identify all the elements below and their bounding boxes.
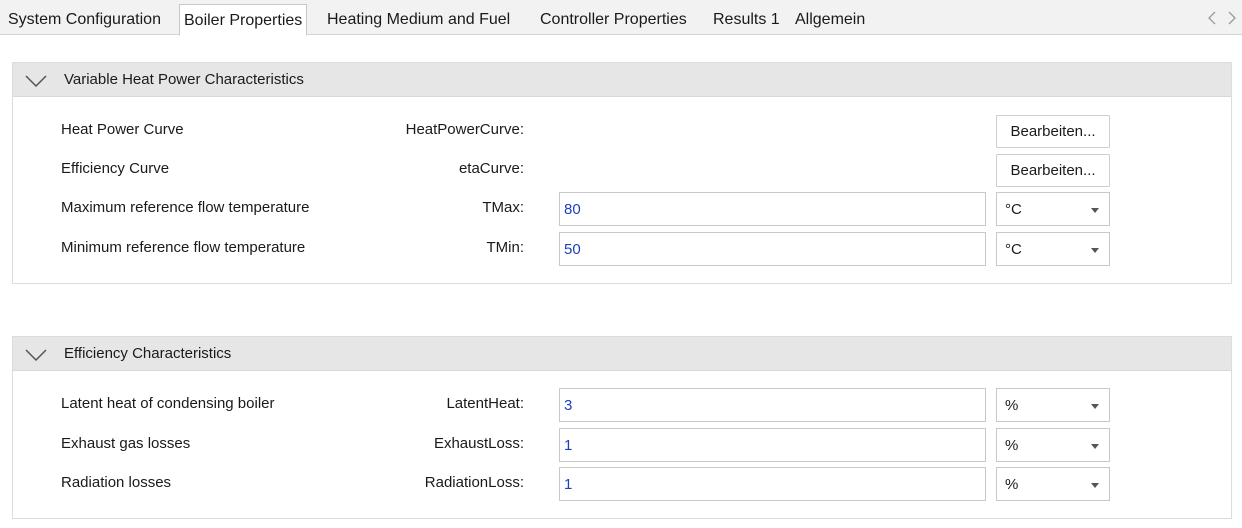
exhaust-loss-unit-value: % bbox=[1005, 437, 1019, 454]
tmin-unit-select[interactable]: °C bbox=[996, 232, 1110, 266]
heat-power-curve-var-label: HeatPowerCurve: bbox=[405, 121, 524, 138]
latent-heat-unit-select[interactable]: % bbox=[996, 388, 1110, 422]
tmin-var-label: TMin: bbox=[486, 239, 525, 256]
section-efficiency-characteristics: Efficiency Characteristics Latent heat o… bbox=[12, 336, 1232, 519]
tmin-value: 50 bbox=[564, 241, 581, 258]
tmax-var-label: TMax: bbox=[482, 199, 524, 216]
section-title: Efficiency Characteristics bbox=[64, 345, 232, 362]
section-header[interactable]: Efficiency Characteristics bbox=[13, 337, 1231, 371]
efficiency-curve-edit-button[interactable]: Bearbeiten... bbox=[996, 154, 1110, 187]
radiation-loss-value: 1 bbox=[564, 476, 573, 493]
latent-heat-label: Latent heat of condensing boiler bbox=[61, 395, 275, 412]
radiation-loss-input[interactable]: 1 bbox=[559, 467, 986, 501]
dropdown-caret-icon bbox=[1091, 444, 1099, 449]
tmax-unit-value: °C bbox=[1005, 201, 1022, 218]
latent-heat-input[interactable]: 3 bbox=[559, 388, 986, 422]
tmin-label: Minimum reference flow temperature bbox=[61, 239, 306, 256]
efficiency-curve-label: Efficiency Curve bbox=[61, 160, 170, 177]
radiation-loss-unit-value: % bbox=[1005, 476, 1019, 493]
tmax-value: 80 bbox=[564, 201, 581, 218]
radiation-loss-label: Radiation losses bbox=[61, 474, 172, 491]
chevron-down-icon[interactable] bbox=[25, 348, 47, 362]
exhaust-loss-var-label: ExhaustLoss: bbox=[433, 435, 524, 452]
tab-allgemein[interactable]: Allgemein bbox=[795, 4, 865, 35]
exhaust-loss-label: Exhaust gas losses bbox=[61, 435, 191, 452]
exhaust-loss-input[interactable]: 1 bbox=[559, 428, 986, 462]
tab-bar: System Configuration Boiler Properties H… bbox=[0, 0, 1242, 36]
exhaust-loss-unit-select[interactable]: % bbox=[996, 428, 1110, 462]
dropdown-caret-icon bbox=[1091, 483, 1099, 488]
heat-power-curve-label: Heat Power Curve bbox=[61, 121, 184, 138]
heat-power-curve-edit-button[interactable]: Bearbeiten... bbox=[996, 115, 1110, 148]
section-header[interactable]: Variable Heat Power Characteristics bbox=[13, 63, 1231, 97]
tab-heating-medium-and-fuel[interactable]: Heating Medium and Fuel bbox=[327, 4, 510, 35]
section-variable-heat-power: Variable Heat Power Characteristics Heat… bbox=[12, 62, 1232, 284]
tab-system-configuration[interactable]: System Configuration bbox=[8, 4, 161, 35]
tmax-unit-select[interactable]: °C bbox=[996, 192, 1110, 226]
exhaust-loss-value: 1 bbox=[564, 437, 573, 454]
tmin-unit-value: °C bbox=[1005, 241, 1022, 258]
tab-controller-properties[interactable]: Controller Properties bbox=[540, 4, 687, 35]
radiation-loss-var-label: RadiationLoss: bbox=[424, 474, 524, 491]
dropdown-caret-icon bbox=[1091, 208, 1099, 213]
latent-heat-unit-value: % bbox=[1005, 397, 1019, 414]
radiation-loss-unit-select[interactable]: % bbox=[996, 467, 1110, 501]
chevron-left-icon[interactable] bbox=[1207, 11, 1217, 25]
latent-heat-value: 3 bbox=[564, 397, 573, 414]
tmin-input[interactable]: 50 bbox=[559, 232, 986, 266]
chevron-right-icon[interactable] bbox=[1227, 11, 1237, 25]
dropdown-caret-icon bbox=[1091, 248, 1099, 253]
section-title: Variable Heat Power Characteristics bbox=[64, 71, 304, 88]
efficiency-curve-var-label: etaCurve: bbox=[458, 160, 524, 177]
tmax-input[interactable]: 80 bbox=[559, 192, 986, 226]
dropdown-caret-icon bbox=[1091, 404, 1099, 409]
latent-heat-var-label: LatentHeat: bbox=[446, 395, 524, 412]
tab-boiler-properties[interactable]: Boiler Properties bbox=[179, 4, 308, 36]
tab-results-1[interactable]: Results 1 bbox=[713, 4, 780, 35]
chevron-down-icon[interactable] bbox=[25, 74, 47, 88]
tmax-label: Maximum reference flow temperature bbox=[61, 199, 310, 216]
